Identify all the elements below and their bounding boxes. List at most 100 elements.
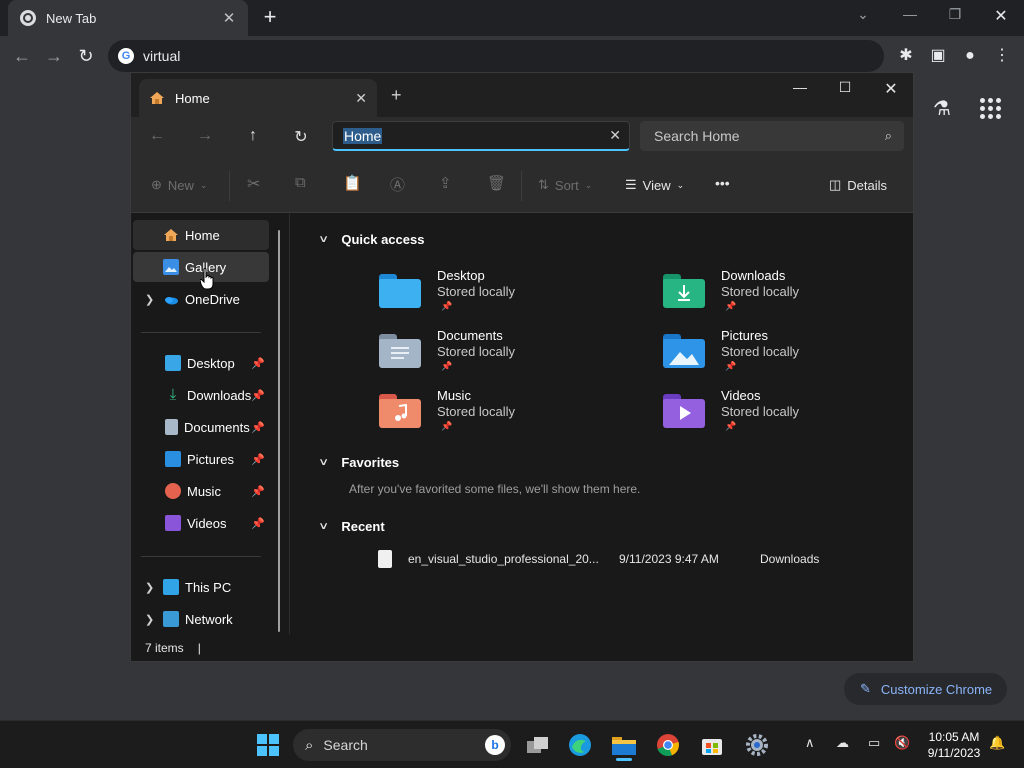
share-icon[interactable]: ⇪ bbox=[439, 174, 452, 192]
task-view-icon[interactable] bbox=[520, 729, 556, 761]
quick-access-item-music[interactable]: Music Stored locally 📌 bbox=[379, 388, 609, 438]
chrome-icon bbox=[20, 10, 36, 26]
details-pane-icon: ◫ bbox=[829, 177, 842, 192]
nav-item-home[interactable]: Home bbox=[133, 220, 269, 250]
file-explorer-icon[interactable] bbox=[606, 729, 642, 761]
nav-label: Pictures bbox=[187, 451, 234, 467]
network-tray-icon[interactable]: ▭ bbox=[868, 735, 880, 751]
chrome-tab-new-tab[interactable]: New Tab ✕ bbox=[8, 0, 248, 36]
pin-icon[interactable]: 📌 bbox=[251, 357, 265, 370]
more-options-button[interactable]: ••• bbox=[715, 175, 730, 191]
divider bbox=[229, 171, 230, 201]
scrollbar[interactable] bbox=[278, 230, 280, 632]
close-tab-icon[interactable]: ✕ bbox=[355, 90, 367, 107]
reload-icon[interactable]: ↻ bbox=[74, 44, 98, 68]
favorites-header[interactable]: ∨ Favorites bbox=[318, 455, 400, 470]
quick-access-item-videos[interactable]: Videos Stored locally 📌 bbox=[663, 388, 893, 438]
restore-icon[interactable]: ❐ bbox=[941, 6, 969, 23]
nav-item-this-pc[interactable]: ❯ This PC bbox=[133, 572, 269, 602]
settings-icon[interactable] bbox=[739, 729, 775, 761]
maximize-icon[interactable]: ☐ bbox=[830, 79, 860, 96]
system-clock[interactable]: 10:05 AM 9/11/2023 bbox=[918, 729, 990, 761]
pin-icon[interactable]: 📌 bbox=[251, 517, 265, 530]
explorer-tab-home[interactable]: Home ✕ bbox=[139, 79, 377, 117]
extensions-icon[interactable]: ✱ bbox=[894, 44, 918, 68]
chevron-right-icon[interactable]: ❯ bbox=[145, 293, 154, 306]
nav-label: Videos bbox=[187, 515, 227, 531]
nav-item-downloads[interactable]: ⤓ Downloads 📌 bbox=[133, 380, 269, 410]
quick-access-header[interactable]: ∨ Quick access bbox=[318, 232, 424, 247]
volume-muted-icon[interactable]: 🔇 bbox=[894, 735, 910, 751]
section-title: Favorites bbox=[341, 455, 400, 470]
up-icon[interactable]: ↑ bbox=[241, 127, 265, 145]
edge-icon[interactable] bbox=[562, 729, 598, 761]
labs-icon[interactable]: ⚗ bbox=[930, 96, 954, 120]
customize-chrome-button[interactable]: ✎ Customize Chrome bbox=[844, 673, 1007, 705]
copy-icon[interactable]: ⧉ bbox=[295, 174, 306, 191]
chrome-app-icon[interactable] bbox=[650, 729, 686, 761]
onedrive-offline-icon[interactable]: ☁ bbox=[836, 735, 849, 751]
recent-header[interactable]: ∨ Recent bbox=[318, 519, 385, 534]
bing-icon[interactable]: b bbox=[485, 735, 505, 755]
close-window-icon[interactable]: ✕ bbox=[876, 79, 906, 99]
rename-icon[interactable]: Ⓐ bbox=[390, 174, 405, 195]
quick-access-item-pictures[interactable]: Pictures Stored locally 📌 bbox=[663, 328, 893, 378]
chevron-right-icon[interactable]: ❯ bbox=[145, 613, 154, 626]
quick-access-item-desktop[interactable]: Desktop Stored locally 📌 bbox=[379, 268, 609, 318]
pin-icon: 📌 bbox=[441, 361, 453, 371]
taskbar-search[interactable]: ⌕ Search b bbox=[293, 729, 511, 761]
pin-icon[interactable]: 📌 bbox=[251, 389, 265, 402]
chevron-right-icon[interactable]: ❯ bbox=[145, 581, 154, 594]
nav-item-network[interactable]: ❯ Network bbox=[133, 604, 269, 634]
pin-icon[interactable]: 📌 bbox=[251, 421, 265, 434]
nav-item-music[interactable]: Music 📌 bbox=[133, 476, 269, 506]
explorer-address-bar: ← → ↑ ↻ Home ✕ Search Home ⌕ bbox=[131, 117, 913, 159]
address-input[interactable]: Home ✕ bbox=[332, 121, 630, 151]
nav-item-desktop[interactable]: Desktop 📌 bbox=[133, 348, 269, 378]
apps-grid-icon[interactable] bbox=[978, 96, 1002, 120]
close-window-icon[interactable]: ✕ bbox=[987, 6, 1015, 26]
details-button[interactable]: ◫ Details bbox=[829, 177, 887, 193]
forward-icon[interactable]: → bbox=[42, 44, 66, 68]
nav-item-pictures[interactable]: Pictures 📌 bbox=[133, 444, 269, 474]
show-hidden-icons-icon[interactable]: ∧ bbox=[805, 735, 815, 751]
back-icon[interactable]: ← bbox=[10, 44, 34, 68]
divider bbox=[141, 332, 261, 333]
view-button[interactable]: ☰ View ⌄ bbox=[625, 177, 684, 193]
new-button[interactable]: ⊕ New ⌄ bbox=[151, 177, 207, 193]
paste-icon[interactable]: 📋 bbox=[343, 174, 362, 192]
sort-button[interactable]: ⇅ Sort ⌄ bbox=[538, 177, 592, 193]
new-tab-button[interactable]: + bbox=[258, 6, 282, 30]
minimize-icon[interactable]: — bbox=[896, 6, 924, 22]
nav-item-videos[interactable]: Videos 📌 bbox=[133, 508, 269, 538]
pin-icon[interactable]: 📌 bbox=[251, 485, 265, 498]
windows-start-icon[interactable] bbox=[250, 729, 286, 761]
minimize-icon[interactable]: — bbox=[785, 79, 815, 95]
nav-item-documents[interactable]: Documents 📌 bbox=[133, 412, 269, 442]
recent-file-row[interactable]: en_visual_studio_professional_20... 9/11… bbox=[378, 547, 828, 571]
cut-icon[interactable]: ✂ bbox=[247, 174, 260, 194]
delete-icon[interactable]: 🗑 bbox=[487, 174, 506, 192]
divider bbox=[141, 556, 261, 557]
profile-icon[interactable]: ● bbox=[958, 44, 982, 68]
quick-access-item-downloads[interactable]: Downloads Stored locally 📌 bbox=[663, 268, 893, 318]
store-icon[interactable] bbox=[694, 729, 730, 761]
side-panel-icon[interactable]: ▣ bbox=[926, 44, 950, 68]
search-input[interactable]: Search Home ⌕ bbox=[640, 121, 904, 151]
plus-circle-icon: ⊕ bbox=[151, 177, 162, 192]
close-tab-icon[interactable]: ✕ bbox=[220, 9, 238, 27]
pin-icon[interactable]: 📌 bbox=[251, 453, 265, 466]
quick-access-item-documents[interactable]: Documents Stored locally 📌 bbox=[379, 328, 609, 378]
refresh-icon[interactable]: ↻ bbox=[289, 127, 313, 147]
clear-icon[interactable]: ✕ bbox=[609, 127, 621, 144]
chevron-down-icon[interactable]: ⌄ bbox=[849, 6, 877, 23]
item-name: Documents bbox=[437, 328, 503, 343]
forward-icon[interactable]: → bbox=[193, 127, 217, 145]
explorer-new-tab-button[interactable]: + bbox=[391, 85, 402, 106]
omnibox[interactable]: G virtual bbox=[108, 40, 884, 72]
nav-label: Documents bbox=[184, 419, 250, 435]
notifications-icon[interactable]: 🔔 bbox=[989, 735, 1005, 751]
search-placeholder: Search Home bbox=[654, 128, 740, 144]
menu-icon[interactable]: ⋮ bbox=[990, 44, 1014, 68]
back-icon[interactable]: ← bbox=[145, 127, 169, 145]
